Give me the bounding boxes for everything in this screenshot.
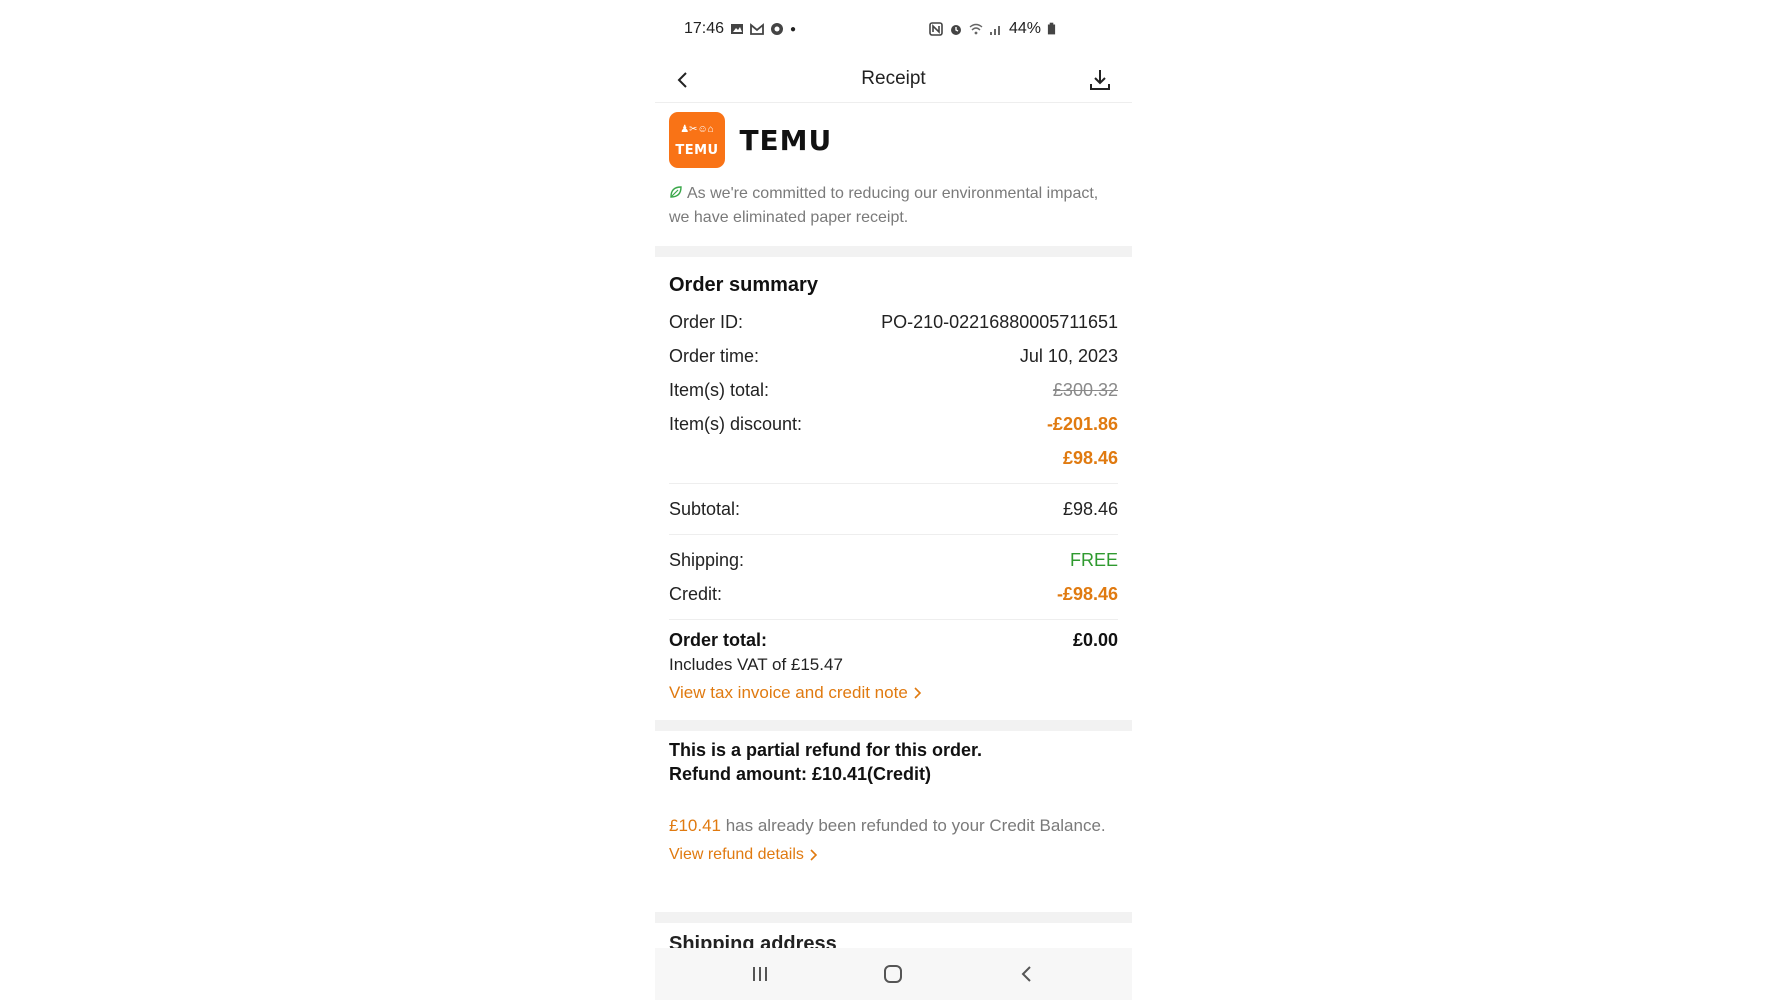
order-total-label: Order total: — [669, 630, 768, 650]
section-separator — [655, 912, 1132, 923]
shipping-address-heading: Shipping address — [669, 933, 837, 948]
battery-percent: 44% — [1008, 20, 1041, 37]
divider — [669, 483, 1118, 484]
temu-logo: ♟✂☺⌂ TEMU — [669, 112, 725, 168]
tax-invoice-link-label: View tax invoice and credit note — [669, 683, 908, 702]
app-icon — [771, 23, 784, 35]
home-icon[interactable] — [879, 960, 907, 988]
status-bar: 17:46 ● 44% — [655, 0, 1132, 58]
back-nav-icon[interactable] — [1013, 960, 1041, 988]
brand-logo-row: ♟✂☺⌂ TEMU TEMU — [669, 112, 1118, 168]
credit-value: -£98.46 — [1056, 583, 1118, 604]
section-separator — [655, 246, 1132, 257]
chevron-right-icon — [914, 687, 921, 699]
shipping-label: Shipping: — [669, 549, 745, 570]
eco-notice: As we're committed to reducing our envir… — [669, 182, 1118, 230]
order-total-row: Order total: £0.00 — [669, 630, 1118, 651]
wifi-icon — [969, 23, 983, 35]
system-nav-bar — [655, 948, 1132, 1000]
order-time-row: Order time: Jul 10, 2023 — [669, 339, 1118, 373]
order-time-value: Jul 10, 2023 — [1019, 345, 1118, 366]
status-left: 17:46 ● — [684, 20, 796, 38]
credit-label: Credit: — [669, 583, 723, 604]
status-right: 44% — [929, 20, 1056, 38]
order-summary-heading: Order summary — [669, 274, 818, 296]
brand-section: ♟✂☺⌂ TEMU TEMU As we're committed to red… — [669, 112, 1118, 242]
divider — [669, 534, 1118, 535]
refund-info: £10.41 has already been refunded to your… — [669, 814, 1118, 838]
alarm-icon — [950, 25, 961, 35]
shipping-value: FREE — [1069, 549, 1118, 570]
order-id-value: PO-210-02216880005711651 — [881, 311, 1118, 332]
credit-row: Credit: -£98.46 — [669, 577, 1118, 611]
notification-dot-icon: ● — [790, 23, 797, 35]
gmail-icon — [750, 23, 764, 35]
subtotal-row: Subtotal: £98.46 — [669, 492, 1118, 526]
order-id-row: Order ID: PO-210-02216880005711651 — [669, 305, 1118, 339]
refund-details-link[interactable]: View refund details — [669, 846, 818, 864]
eco-message: As we're committed to reducing our envir… — [669, 185, 1099, 226]
items-net-row: £98.46 — [669, 441, 1118, 475]
section-separator — [655, 720, 1132, 731]
chevron-right-icon — [810, 849, 818, 861]
battery-icon — [1047, 22, 1056, 35]
tax-invoice-link[interactable]: View tax invoice and credit note — [669, 683, 922, 703]
order-time-label: Order time: — [669, 345, 760, 366]
shipping-row: Shipping: FREE — [669, 543, 1118, 577]
divider — [669, 619, 1118, 620]
refund-details-link-label: View refund details — [669, 846, 804, 863]
logo-glyphs-icon: ♟✂☺⌂ — [680, 124, 714, 135]
items-total-value: £300.32 — [1052, 379, 1118, 400]
status-time: 17:46 — [684, 20, 725, 37]
logo-text: TEMU — [675, 143, 719, 158]
refund-info-text: has already been refunded to your Credit… — [721, 816, 1106, 835]
items-discount-value: -£201.86 — [1046, 413, 1118, 434]
items-discount-row: Item(s) discount: -£201.86 — [669, 407, 1118, 441]
download-icon[interactable] — [1084, 64, 1116, 96]
nfc-icon — [929, 22, 943, 36]
signal-icon — [989, 26, 1000, 35]
app-header: Receipt — [655, 58, 1132, 103]
recent-apps-icon[interactable] — [746, 960, 774, 988]
items-discount-label: Item(s) discount: — [669, 413, 803, 434]
refund-title: This is a partial refund for this order. — [669, 740, 983, 760]
items-total-row: Item(s) total: £300.32 — [669, 373, 1118, 407]
order-summary: Order summary Order ID: PO-210-022168800… — [669, 262, 1118, 703]
refund-section: This is a partial refund for this order.… — [669, 738, 1118, 864]
subtotal-value: £98.46 — [1062, 498, 1118, 519]
vat-text: Includes VAT of £15.47 — [669, 655, 843, 674]
refund-info-amount: £10.41 — [669, 816, 721, 835]
page-title: Receipt — [861, 68, 926, 89]
order-total-value: £0.00 — [1072, 630, 1118, 650]
leaf-icon — [670, 186, 682, 198]
gallery-icon — [731, 24, 744, 34]
order-id-label: Order ID: — [669, 311, 744, 332]
phone-screen: 17:46 ● 44% Receipt ♟✂☺⌂ TEMU TEMU As we… — [655, 0, 1132, 1000]
brand-wordmark: TEMU — [739, 123, 833, 157]
items-total-label: Item(s) total: — [669, 379, 770, 400]
refund-amount-line: Refund amount: £10.41(Credit) — [669, 764, 932, 784]
subtotal-label: Subtotal: — [669, 498, 741, 519]
items-net-value: £98.46 — [1062, 447, 1118, 468]
